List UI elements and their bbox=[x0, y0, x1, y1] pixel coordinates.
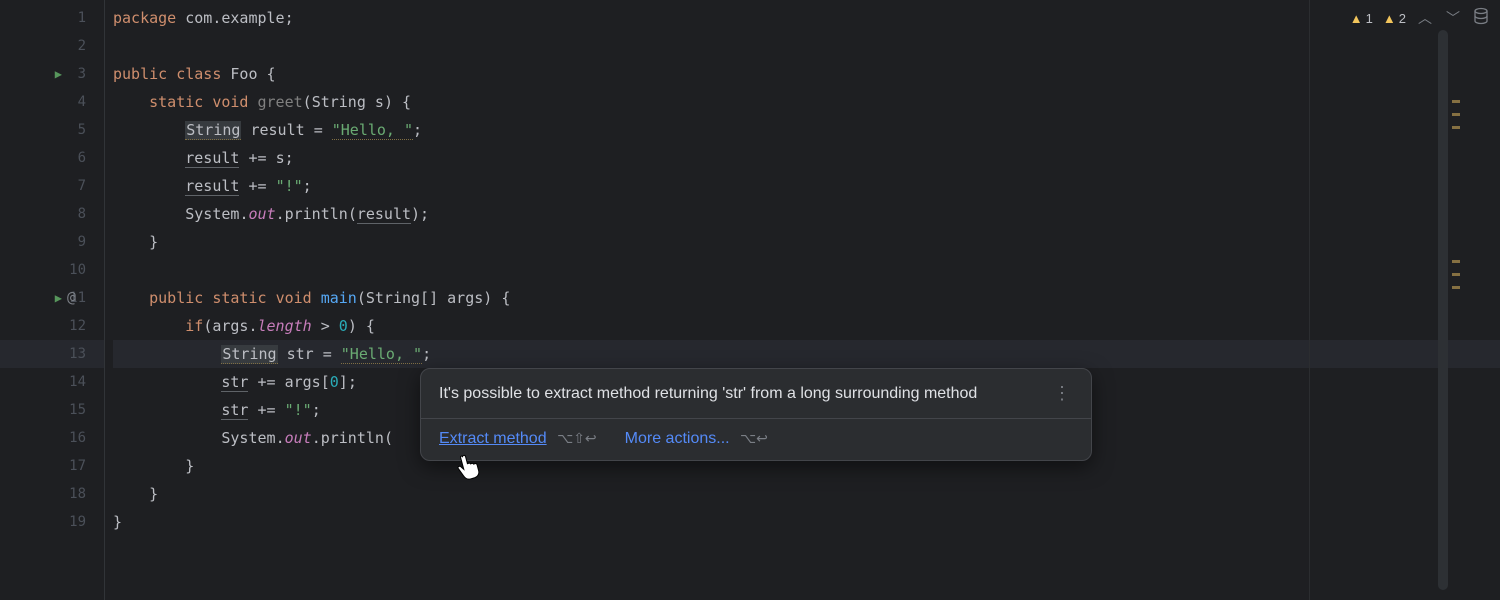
warning-mark[interactable] bbox=[1452, 113, 1460, 116]
line-number: 16 bbox=[66, 430, 86, 446]
intention-tooltip: It's possible to extract method returnin… bbox=[420, 368, 1092, 461]
warning-icon: ▲ bbox=[1383, 11, 1396, 26]
line-number: 6 bbox=[66, 150, 86, 166]
line-number: 12 bbox=[66, 318, 86, 334]
gutter-line[interactable]: 7 bbox=[0, 172, 104, 200]
margin-line bbox=[1309, 0, 1310, 600]
line-number: 1 bbox=[66, 10, 86, 26]
line-number: 18 bbox=[66, 486, 86, 502]
gutter-line[interactable]: 10 bbox=[0, 256, 104, 284]
gutter-line[interactable]: 16 bbox=[0, 424, 104, 452]
code-line[interactable]: result += s; bbox=[113, 144, 1500, 172]
tooltip-message: It's possible to extract method returnin… bbox=[439, 385, 977, 403]
more-icon[interactable]: ⋮ bbox=[1053, 383, 1073, 404]
shortcut-hint: ⌥⇧↩ bbox=[557, 430, 597, 446]
problems-widget: ▲ 1 ▲ 2 ︿ ﹀ bbox=[1350, 6, 1490, 30]
prev-problem-icon[interactable]: ︿ bbox=[1416, 6, 1434, 30]
scrollbar[interactable] bbox=[1438, 30, 1448, 590]
line-number: 14 bbox=[66, 374, 86, 390]
gutter-line[interactable]: 15 bbox=[0, 396, 104, 424]
gutter-line[interactable]: 1 bbox=[0, 4, 104, 32]
line-number: 5 bbox=[66, 122, 86, 138]
gutter-line[interactable]: 9 bbox=[0, 228, 104, 256]
at-icon[interactable]: @ bbox=[67, 288, 76, 306]
gutter-line[interactable]: 2 bbox=[0, 32, 104, 60]
gutter-line[interactable]: 8 bbox=[0, 200, 104, 228]
code-line[interactable]: if(args.length > 0) { bbox=[113, 312, 1500, 340]
extract-method-link[interactable]: Extract method bbox=[439, 430, 547, 447]
line-number: 4 bbox=[66, 94, 86, 110]
code-line[interactable]: } bbox=[113, 480, 1500, 508]
gutter-line[interactable]: 19 bbox=[0, 508, 104, 536]
warning-badge[interactable]: ▲ 1 bbox=[1350, 11, 1373, 26]
warning-badge[interactable]: ▲ 2 bbox=[1383, 11, 1406, 26]
gutter-line[interactable]: 18 bbox=[0, 480, 104, 508]
line-number: 15 bbox=[66, 402, 86, 418]
code-line[interactable]: } bbox=[113, 228, 1500, 256]
database-icon[interactable] bbox=[1472, 7, 1490, 30]
code-line[interactable]: String result = "Hello, "; bbox=[113, 116, 1500, 144]
line-number: 9 bbox=[66, 234, 86, 250]
warning-mark[interactable] bbox=[1452, 273, 1460, 276]
warning-mark[interactable] bbox=[1452, 286, 1460, 289]
warning-mark[interactable] bbox=[1452, 126, 1460, 129]
run-icon[interactable]: ▶ bbox=[55, 291, 62, 305]
gutter-line[interactable]: 💡 13 bbox=[0, 340, 104, 368]
line-number: 3 bbox=[66, 66, 86, 82]
code-line[interactable] bbox=[113, 256, 1500, 284]
line-number: 13 bbox=[66, 346, 86, 362]
code-area[interactable]: package com.example; public class Foo { … bbox=[105, 0, 1500, 600]
line-number: 7 bbox=[66, 178, 86, 194]
code-line-current[interactable]: String str = "Hello, "; bbox=[113, 340, 1500, 368]
warning-icon: ▲ bbox=[1350, 11, 1363, 26]
line-number: 19 bbox=[66, 514, 86, 530]
warning-count: 1 bbox=[1366, 11, 1373, 26]
warning-mark[interactable] bbox=[1452, 260, 1460, 263]
code-line[interactable]: package com.example; bbox=[113, 4, 1500, 32]
run-icon[interactable]: ▶ bbox=[55, 67, 62, 81]
warning-count: 2 bbox=[1399, 11, 1406, 26]
editor: 1 2 ▶ 3 4 5 6 7 8 9 10 ▶ @ 11 12 💡 13 14… bbox=[0, 0, 1500, 600]
shortcut-hint: ⌥↩ bbox=[740, 430, 768, 446]
gutter-line[interactable]: 4 bbox=[0, 88, 104, 116]
code-line[interactable]: } bbox=[113, 508, 1500, 536]
line-number: 10 bbox=[66, 262, 86, 278]
gutter-line[interactable]: 5 bbox=[0, 116, 104, 144]
gutter-line[interactable]: 12 bbox=[0, 312, 104, 340]
line-number: 2 bbox=[66, 38, 86, 54]
gutter: 1 2 ▶ 3 4 5 6 7 8 9 10 ▶ @ 11 12 💡 13 14… bbox=[0, 0, 105, 600]
warning-mark[interactable] bbox=[1452, 100, 1460, 103]
code-line[interactable]: public static void main(String[] args) { bbox=[113, 284, 1500, 312]
code-line[interactable]: result += "!"; bbox=[113, 172, 1500, 200]
more-actions-link[interactable]: More actions... bbox=[625, 430, 730, 447]
tooltip-header: It's possible to extract method returnin… bbox=[421, 369, 1091, 418]
gutter-line[interactable]: 14 bbox=[0, 368, 104, 396]
gutter-line[interactable]: 17 bbox=[0, 452, 104, 480]
code-line[interactable]: public class Foo { bbox=[113, 60, 1500, 88]
line-number: 8 bbox=[66, 206, 86, 222]
gutter-line[interactable]: ▶ 3 bbox=[0, 60, 104, 88]
tooltip-actions: Extract method ⌥⇧↩ More actions... ⌥↩ bbox=[421, 419, 1091, 460]
code-line[interactable] bbox=[113, 32, 1500, 60]
gutter-line[interactable]: ▶ @ 11 bbox=[0, 284, 104, 312]
line-number: 17 bbox=[66, 458, 86, 474]
gutter-line[interactable]: 6 bbox=[0, 144, 104, 172]
next-problem-icon[interactable]: ﹀ bbox=[1444, 6, 1462, 30]
code-line[interactable]: static void greet(String s) { bbox=[113, 88, 1500, 116]
code-line[interactable]: System.out.println(result); bbox=[113, 200, 1500, 228]
